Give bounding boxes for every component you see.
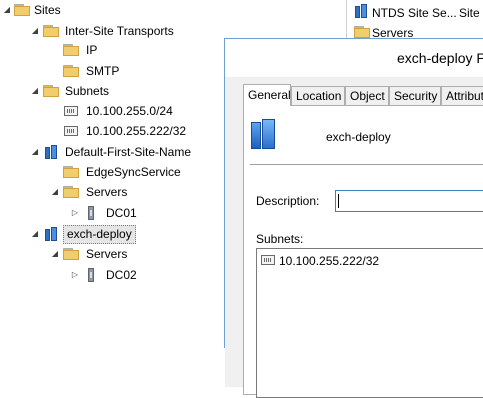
tree-item-label: Servers	[86, 247, 128, 261]
tree-item-subnet[interactable]: 10.100.255.0/24	[0, 101, 220, 121]
folder-icon	[63, 186, 79, 198]
details-list: NTDS Site Se... Site Servers	[346, 0, 483, 40]
description-input[interactable]	[335, 190, 483, 212]
tab-general[interactable]: General	[243, 84, 291, 106]
object-name: exch-deploy	[326, 130, 391, 144]
tab-location[interactable]: Location	[291, 86, 345, 105]
tree-item-label: DC02	[106, 268, 137, 282]
collapsed-arrow-icon[interactable]: ▷	[70, 265, 80, 285]
folder-icon	[354, 26, 370, 38]
list-item-type: Site	[459, 6, 480, 20]
list-item-name: NTDS Site Se...	[372, 6, 457, 20]
folder-icon	[14, 4, 30, 16]
tab-security[interactable]: Security	[389, 86, 441, 105]
folder-icon	[63, 44, 79, 56]
folder-icon	[63, 248, 79, 260]
tree-item-label: Default-First-Site-Name	[65, 145, 192, 159]
dialog-title: exch-deploy P	[397, 50, 483, 66]
tree-item-label: exch-deploy	[63, 225, 136, 244]
tree-item-ip[interactable]: IP	[0, 40, 220, 60]
subnet-entry: 10.100.255.222/32	[279, 254, 380, 268]
server-icon	[88, 268, 94, 282]
folder-icon	[43, 85, 59, 97]
subnet-icon	[64, 126, 78, 136]
expand-arrow-icon[interactable]: ◢	[30, 81, 40, 101]
list-item[interactable]: 10.100.255.222/32	[261, 253, 461, 271]
tab-object[interactable]: Object	[345, 86, 389, 105]
tree-item-subnet[interactable]: 10.100.255.222/32	[0, 121, 220, 141]
folder-icon	[43, 25, 59, 37]
properties-dialog: exch-deploy P General Location Object Se…	[224, 38, 483, 398]
tree-item-label: EdgeSyncService	[86, 165, 181, 179]
tree-item-dc02[interactable]: ▷ DC02	[0, 265, 220, 285]
tree-item-subnets[interactable]: ◢ Subnets	[0, 81, 220, 101]
expand-arrow-icon[interactable]: ◢	[50, 182, 60, 202]
tree-item-label: Sites	[34, 3, 61, 17]
subnet-icon	[64, 106, 78, 116]
tree-item-label: DC01	[106, 206, 137, 220]
server-icon	[88, 206, 94, 220]
tree-item-label: 10.100.255.0/24	[86, 104, 173, 118]
expand-arrow-icon[interactable]: ◢	[30, 21, 40, 41]
description-label: Description:	[256, 194, 320, 208]
tree-item-smtp[interactable]: SMTP	[0, 61, 220, 81]
tree-item-label: SMTP	[86, 64, 120, 78]
list-item[interactable]: NTDS Site Se... Site	[350, 4, 483, 22]
tab-attribute-editor[interactable]: Attribut	[441, 86, 483, 105]
expand-arrow-icon[interactable]: ◢	[30, 224, 40, 244]
subnets-label: Subnets:	[256, 232, 304, 246]
site-object-icon	[251, 119, 275, 149]
folder-icon	[63, 65, 79, 77]
folder-icon	[63, 166, 79, 178]
site-icon	[44, 227, 58, 241]
pane-divider	[346, 0, 347, 40]
tree-item-default-first-site-name[interactable]: ◢ Default-First-Site-Name	[0, 142, 220, 162]
tree-item-label: 10.100.255.222/32	[86, 124, 187, 138]
tree-item-label: Subnets	[65, 84, 110, 98]
tree-item-exch-deploy[interactable]: ◢ exch-deploy	[0, 224, 220, 244]
expand-arrow-icon[interactable]: ◢	[50, 244, 60, 264]
subnets-listbox[interactable]: 10.100.255.222/32	[256, 248, 483, 398]
text-caret	[338, 194, 339, 208]
site-icon	[44, 145, 58, 159]
tree-item-sites[interactable]: ◢ Sites	[0, 0, 220, 20]
tree-item-label: IP	[86, 43, 98, 57]
subnet-icon	[261, 255, 275, 265]
separator	[250, 164, 483, 165]
tree-item-servers[interactable]: ◢ Servers	[0, 244, 220, 264]
tree-item-label: Inter-Site Transports	[65, 24, 174, 38]
general-tab-page: exch-deploy Description: Subnets: 10.100…	[243, 105, 483, 398]
dialog-titlebar[interactable]: exch-deploy P	[225, 39, 483, 77]
expand-arrow-icon[interactable]: ◢	[2, 0, 12, 20]
tree-item-label: Servers	[86, 185, 128, 199]
tree-item-inter-site-transports[interactable]: ◢ Inter-Site Transports	[0, 21, 220, 41]
tree-item-servers[interactable]: ◢ Servers	[0, 182, 220, 202]
expand-arrow-icon[interactable]: ◢	[30, 142, 40, 162]
tree-item-dc01[interactable]: ▷ DC01	[0, 203, 220, 223]
collapsed-arrow-icon[interactable]: ▷	[70, 203, 80, 223]
ntds-settings-icon	[354, 4, 368, 18]
tree-item-edgesyncservice[interactable]: EdgeSyncService	[0, 162, 220, 182]
